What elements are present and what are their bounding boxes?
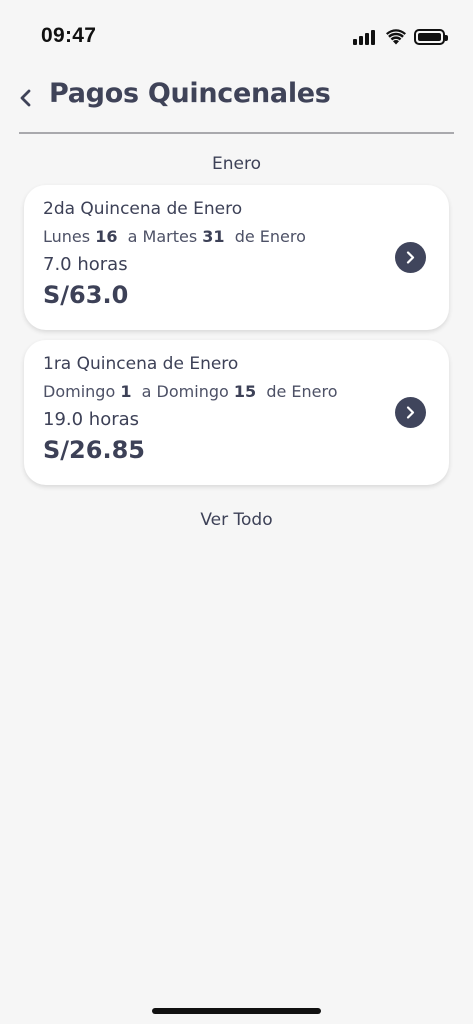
header: Pagos Quincenales	[0, 76, 473, 132]
end-weekday: Domingo	[156, 382, 229, 401]
start-day: 1	[120, 382, 132, 401]
chevron-right-icon	[406, 251, 415, 264]
wifi-icon	[386, 29, 406, 45]
period-card[interactable]: 1ra Quincena de Enero Domingo 1 a Doming…	[24, 340, 449, 485]
start-day: 16	[95, 227, 118, 246]
see-all-button[interactable]: Ver Todo	[0, 510, 473, 530]
period-amount: S/63.0	[43, 281, 129, 309]
start-weekday: Domingo	[43, 382, 116, 401]
battery-icon	[414, 29, 448, 45]
chevron-left-icon	[20, 89, 31, 107]
range-connector: a	[141, 382, 152, 401]
month-label: Enero	[212, 154, 261, 174]
period-title: 1ra Quincena de Enero	[43, 354, 239, 374]
cellular-signal-icon	[353, 30, 378, 45]
period-title: 2da Quincena de Enero	[43, 199, 243, 219]
end-day: 31	[202, 227, 225, 246]
open-period-button[interactable]	[395, 242, 426, 273]
period-card[interactable]: 2da Quincena de Enero Lunes 16 a Martes …	[24, 185, 449, 330]
chevron-right-icon	[406, 406, 415, 419]
start-weekday: Lunes	[43, 227, 91, 246]
month-suffix: de Enero	[234, 227, 306, 246]
back-button[interactable]	[14, 86, 38, 110]
home-indicator[interactable]	[152, 1008, 321, 1014]
status-time: 09:47	[41, 24, 97, 47]
period-date-range: Domingo 1 a Domingo 15 de Enero	[43, 382, 338, 401]
period-hours: 7.0 horas	[43, 254, 128, 275]
header-divider	[19, 132, 454, 134]
period-hours: 19.0 horas	[43, 409, 140, 430]
screen: 09:47 Pagos Quincenales Enero 2da Quince…	[0, 0, 473, 1024]
open-period-button[interactable]	[395, 397, 426, 428]
status-bar: 09:47	[0, 0, 473, 72]
end-day: 15	[233, 382, 257, 401]
month-suffix: de Enero	[266, 382, 338, 401]
period-amount: S/26.85	[43, 436, 145, 464]
period-date-range: Lunes 16 a Martes 31 de Enero	[43, 227, 306, 246]
page-title: Pagos Quincenales	[49, 78, 331, 109]
end-weekday: Martes	[142, 227, 198, 246]
range-connector: a	[127, 227, 138, 246]
